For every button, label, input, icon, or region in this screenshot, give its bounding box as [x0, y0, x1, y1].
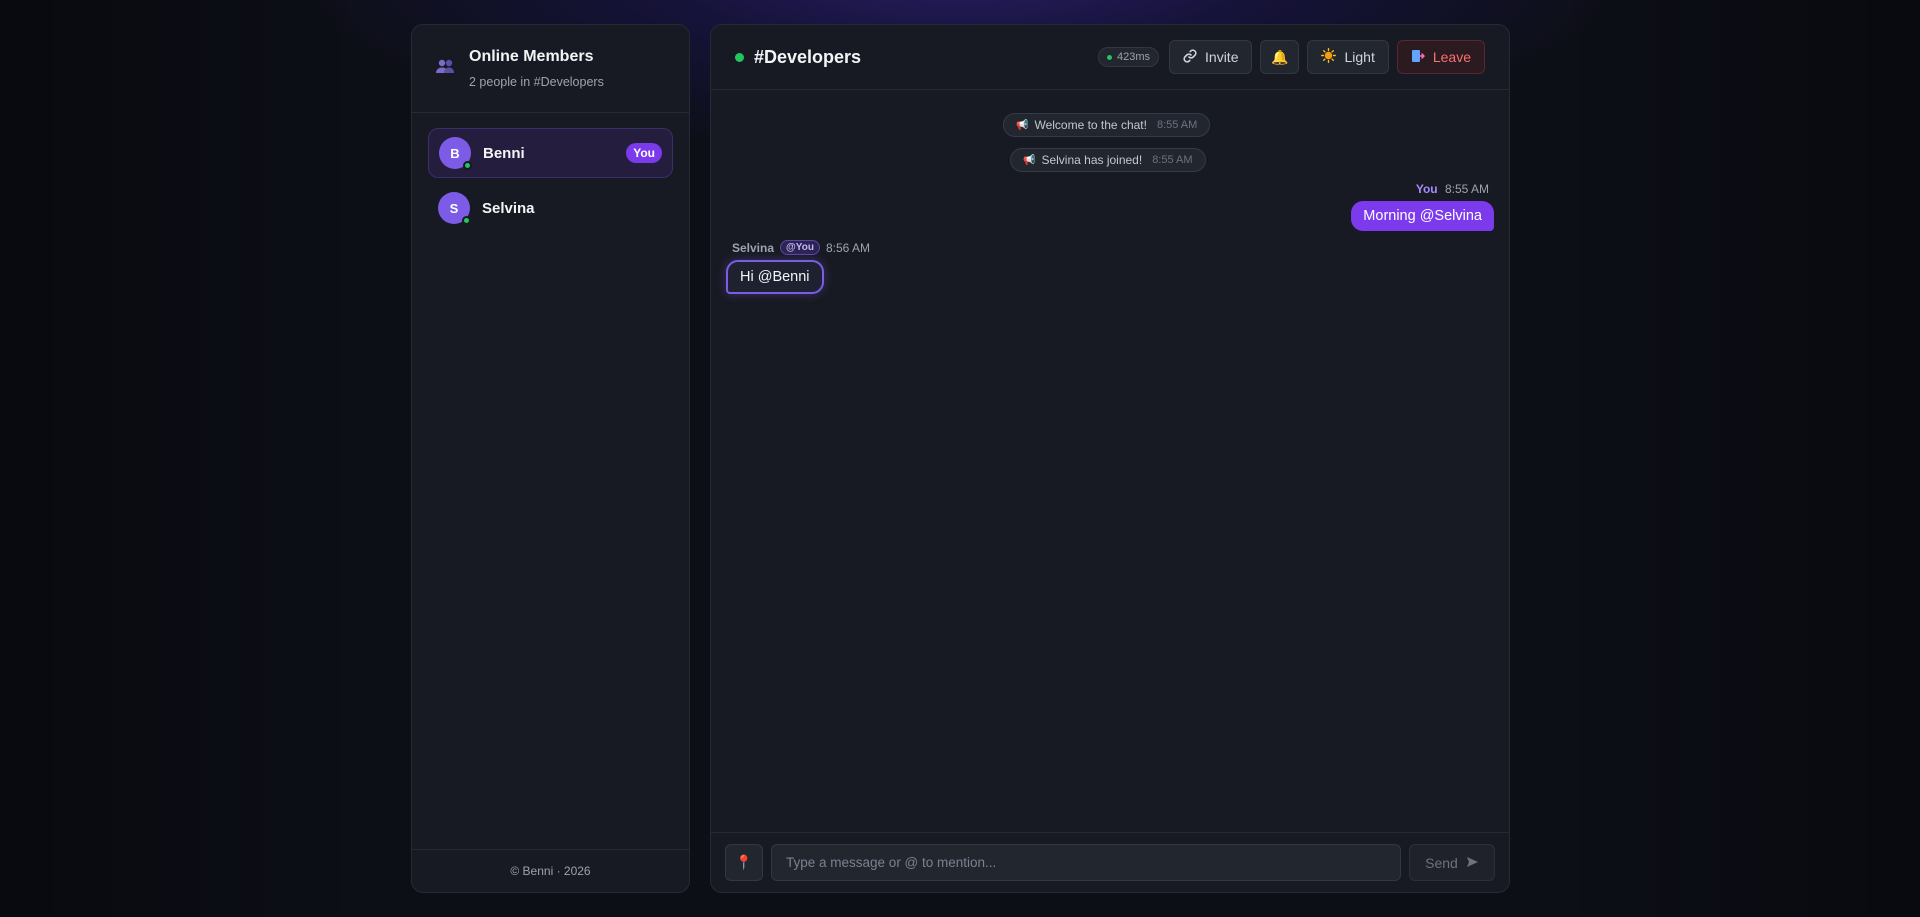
message-composer: 📍 Send — [711, 832, 1509, 892]
link-icon — [1183, 48, 1197, 66]
chat-panel: #Developers 423ms Invite 🔔 Light Leave 📢… — [710, 24, 1510, 893]
megaphone-icon: 📢 — [1023, 154, 1036, 166]
member-item-benni[interactable]: B Benni You — [428, 128, 673, 178]
avatar: S — [438, 192, 471, 225]
invite-button[interactable]: Invite — [1169, 40, 1253, 74]
leave-button[interactable]: Leave — [1396, 40, 1485, 74]
system-message-text: Selvina has joined! — [1041, 153, 1143, 167]
you-badge: You — [626, 143, 662, 163]
send-arrow-icon — [1466, 855, 1479, 871]
leave-label: Leave — [1432, 49, 1471, 65]
channel-title: #Developers — [754, 46, 862, 67]
online-indicator — [462, 216, 471, 225]
notifications-button[interactable]: 🔔 — [1260, 40, 1300, 74]
message-author: You — [1415, 182, 1438, 196]
message-meta: Selvina @You 8:56 AM — [726, 240, 870, 255]
sidebar-header: Online Members 2 people in #Developers — [412, 25, 689, 113]
send-button[interactable]: Send — [1409, 844, 1495, 881]
message-list[interactable]: 📢 Welcome to the chat! 8:55 AM 📢 Selvina… — [711, 90, 1509, 832]
megaphone-icon: 📢 — [1016, 119, 1029, 131]
connection-status-dot — [735, 52, 744, 62]
avatar-initial: B — [450, 145, 460, 161]
system-message-time: 8:55 AM — [1156, 119, 1198, 131]
invite-label: Invite — [1205, 49, 1239, 65]
system-message: 📢 Selvina has joined! 8:55 AM — [1010, 148, 1206, 172]
theme-toggle-button[interactable]: Light — [1307, 40, 1389, 74]
sun-icon — [1321, 48, 1337, 66]
sidebar-footer: © Benni · 2026 — [412, 849, 689, 892]
location-button[interactable]: 📍 — [725, 844, 763, 881]
system-message: 📢 Welcome to the chat! 8:55 AM — [1003, 113, 1211, 137]
chat-header: #Developers 423ms Invite 🔔 Light Leave — [711, 25, 1509, 90]
member-name: Selvina — [482, 199, 535, 217]
message-bubble-mention: Hi @Benni — [726, 260, 824, 294]
latency-dot — [1106, 54, 1112, 60]
message-time: 8:56 AM — [825, 240, 870, 255]
member-name: Benni — [483, 144, 525, 162]
mention-badge: @You — [780, 240, 820, 255]
message-bubble: Morning @Selvina — [1351, 201, 1494, 231]
incoming-message: Selvina @You 8:56 AM Hi @Benni — [726, 240, 870, 294]
latency-value: 423ms — [1116, 51, 1151, 63]
sidebar-subtitle: 2 people in #Developers — [469, 75, 604, 89]
message-time: 8:55 AM — [1444, 182, 1489, 196]
avatar-initial: S — [449, 200, 459, 216]
sidebar-title: Online Members — [469, 48, 594, 65]
message-meta: You 8:55 AM — [1351, 182, 1494, 196]
system-message-time: 8:55 AM — [1152, 154, 1193, 166]
member-list: B Benni You S Selvina — [412, 113, 689, 849]
header-actions: 423ms Invite 🔔 Light Leave — [1097, 40, 1485, 74]
avatar: B — [439, 137, 472, 170]
system-message-text: Welcome to the chat! — [1034, 118, 1147, 132]
message-input[interactable] — [771, 844, 1401, 881]
send-label: Send — [1425, 854, 1458, 871]
own-message: You 8:55 AM Morning @Selvina — [1351, 182, 1494, 231]
pin-icon: 📍 — [735, 854, 753, 870]
message-author: Selvina — [732, 240, 775, 255]
member-item-selvina[interactable]: S Selvina — [428, 183, 673, 233]
theme-label: Light — [1344, 49, 1375, 65]
latency-badge: 423ms — [1097, 47, 1160, 67]
bell-icon: 🔔 — [1271, 48, 1289, 65]
door-icon — [1411, 49, 1425, 66]
online-indicator — [463, 161, 472, 170]
members-sidebar: Online Members 2 people in #Developers B… — [411, 24, 690, 893]
people-icon — [435, 58, 455, 79]
